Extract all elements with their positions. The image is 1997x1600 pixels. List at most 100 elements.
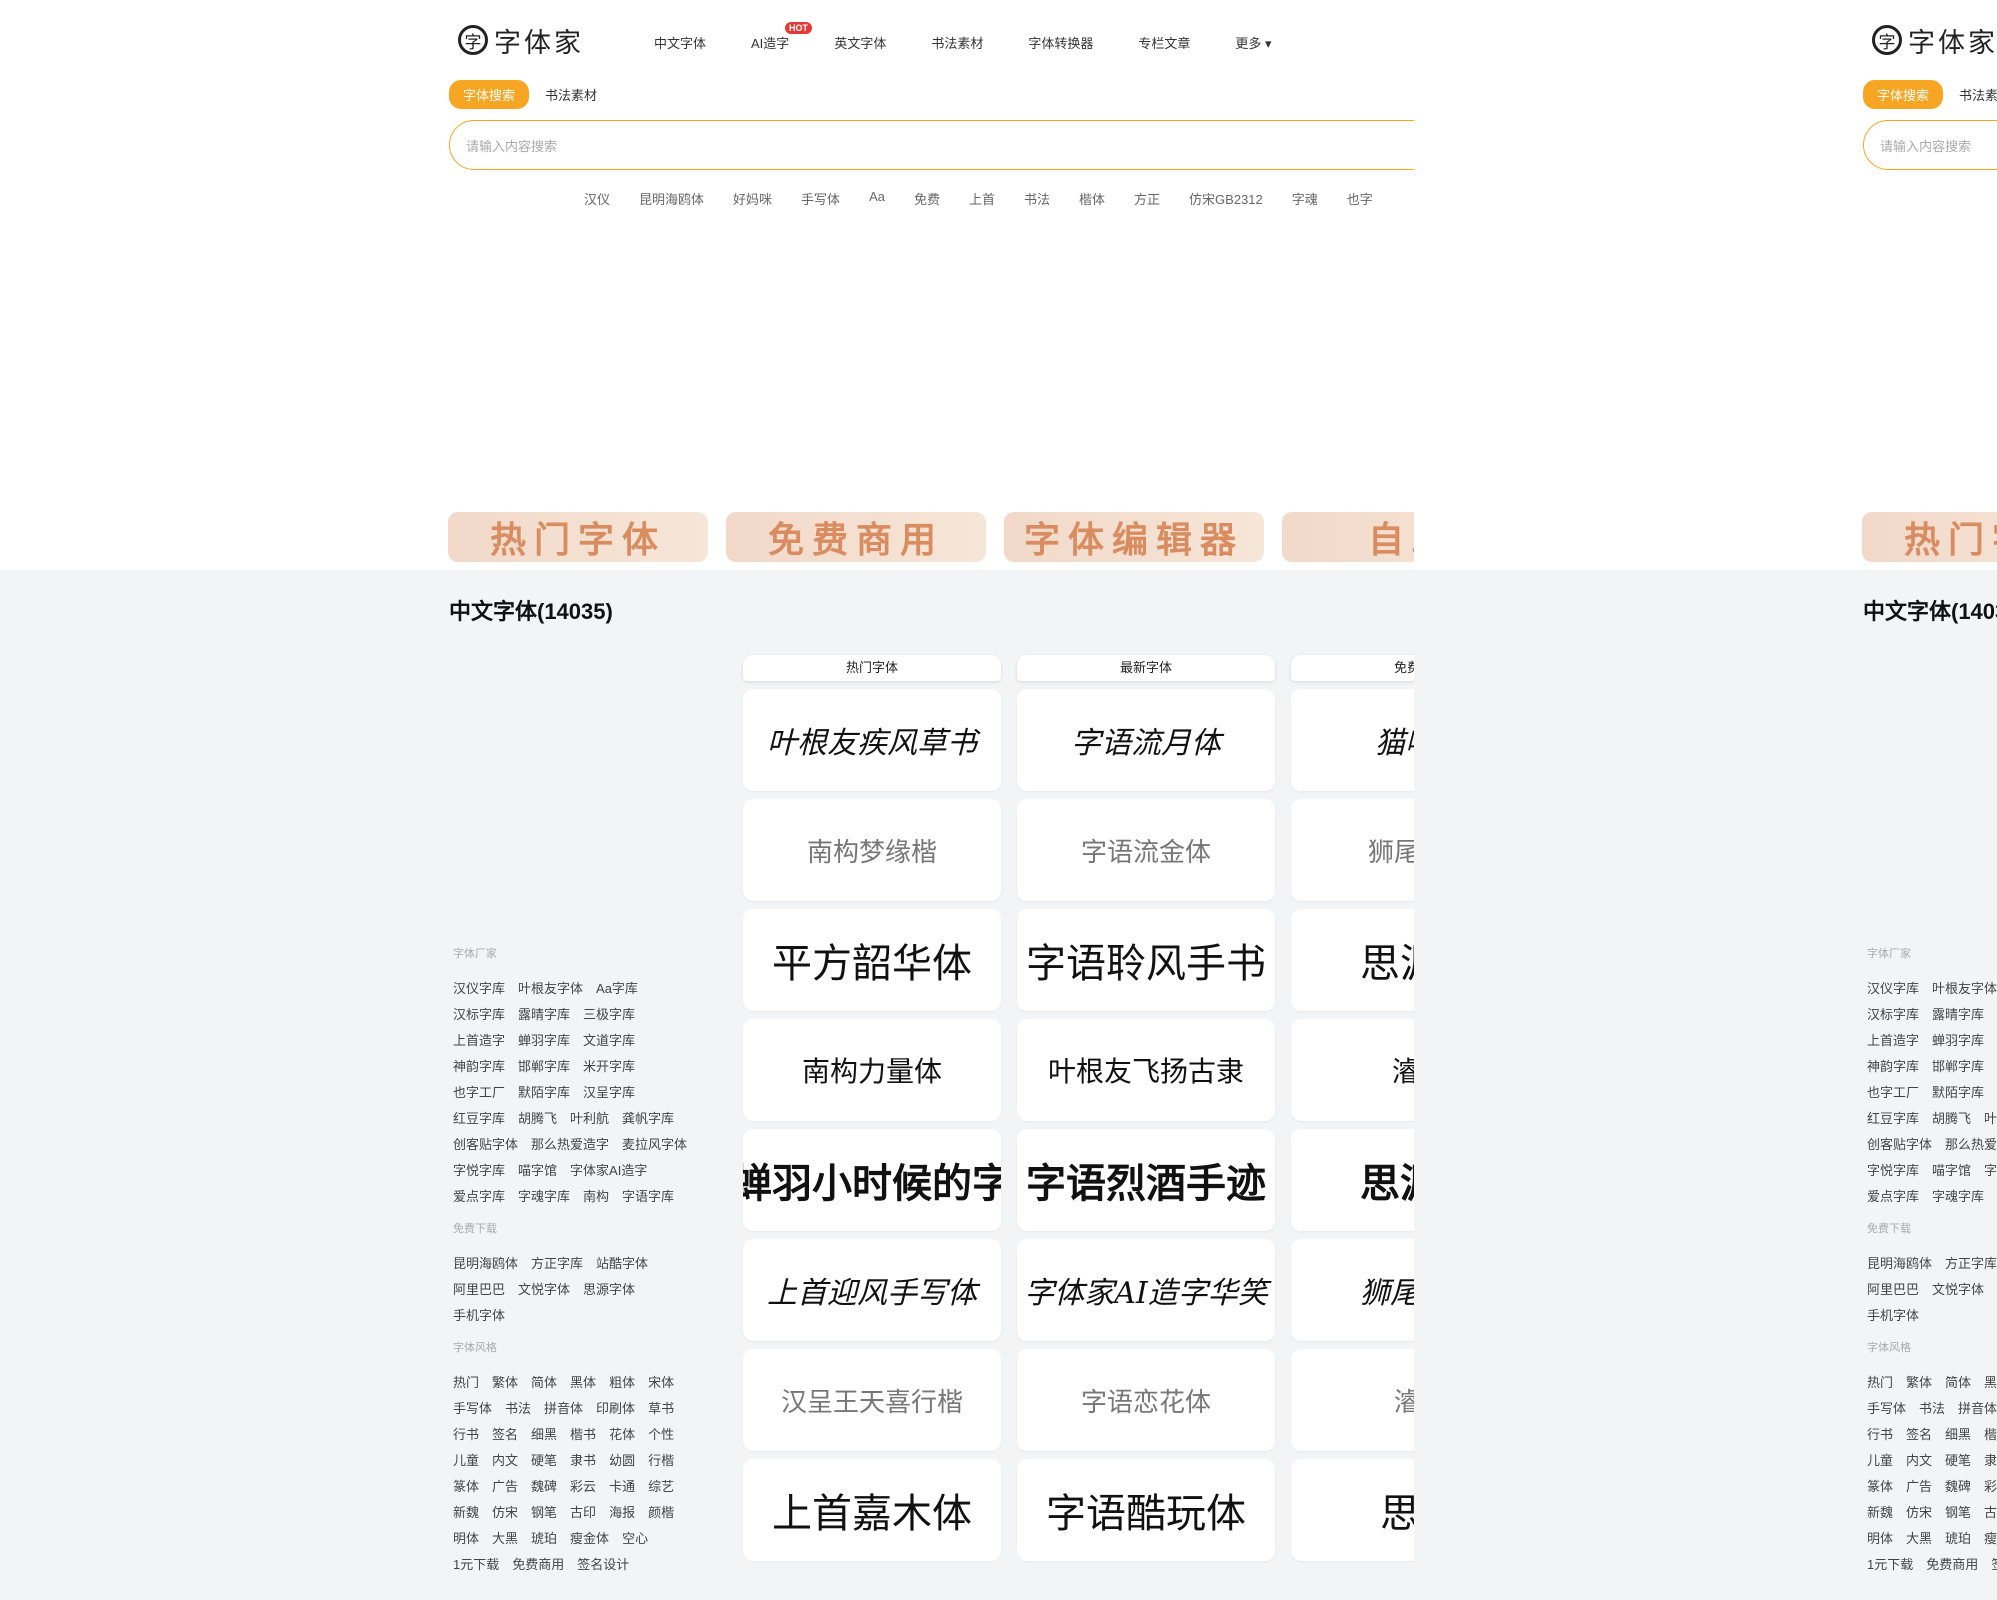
sidebar-link[interactable]: 文道字库	[583, 1028, 635, 1054]
banner-hot-fonts[interactable]: 热门字体	[1862, 512, 1997, 562]
keyword-link[interactable]: 仿宋GB2312	[1189, 189, 1263, 208]
sidebar-link[interactable]: 手写体	[453, 1396, 492, 1422]
sidebar-link[interactable]: 那么热爱造字	[531, 1132, 609, 1158]
font-card[interactable]: 字语流金体	[1017, 799, 1275, 901]
sidebar-link[interactable]: 创客贴字体	[1867, 1132, 1932, 1158]
sidebar-link[interactable]: 米开字库	[583, 1054, 635, 1080]
keyword-link[interactable]: 汉仪	[584, 189, 610, 208]
font-card[interactable]: 上首嘉木体	[743, 1459, 1001, 1561]
sidebar-link[interactable]: 邯郸字库	[518, 1054, 570, 1080]
sidebar-link[interactable]: 热门	[1867, 1370, 1893, 1396]
sidebar-link[interactable]: 新魏	[453, 1500, 479, 1526]
sidebar-link[interactable]: 手机字体	[1867, 1303, 1919, 1329]
sidebar-link[interactable]: 默陌字库	[1932, 1080, 1984, 1106]
sidebar-link[interactable]: 个性	[648, 1422, 674, 1448]
sidebar-link[interactable]: 简体	[1945, 1370, 1971, 1396]
sidebar-link[interactable]: 古印	[1984, 1500, 1997, 1526]
sidebar-link[interactable]: 琥珀	[1945, 1526, 1971, 1552]
sidebar-link[interactable]: 琥珀	[531, 1526, 557, 1552]
search-input[interactable]: 请输入内容搜索	[1863, 120, 1997, 170]
sidebar-link[interactable]: 热门	[453, 1370, 479, 1396]
sidebar-link[interactable]: 广告	[492, 1474, 518, 1500]
sidebar-link[interactable]: 露晴字库	[518, 1002, 570, 1028]
search-input[interactable]: 请输入内容搜索	[449, 120, 1414, 170]
sidebar-link[interactable]: 叶根友字体	[1932, 976, 1997, 1002]
sidebar-link[interactable]: 钢笔	[531, 1500, 557, 1526]
banner-self-service[interactable]: 自助	[1282, 512, 1414, 562]
font-card[interactable]: 字语酷玩体	[1017, 1459, 1275, 1561]
sidebar-link[interactable]: 爱点字库	[1867, 1184, 1919, 1210]
sidebar-link[interactable]: 幼圆	[609, 1448, 635, 1474]
sidebar-link[interactable]: 字体家AI造字	[1984, 1158, 1997, 1184]
sidebar-link[interactable]: 手机字体	[453, 1303, 505, 1329]
nav-item-english-fonts[interactable]: 英文字体	[834, 33, 886, 52]
sidebar-link[interactable]: 古印	[570, 1500, 596, 1526]
font-card[interactable]: 叶根友飞扬古隶	[1017, 1019, 1275, 1121]
keyword-link[interactable]: 字魂	[1292, 189, 1318, 208]
sidebar-link[interactable]: 魏碑	[531, 1474, 557, 1500]
font-card[interactable]: 南构梦缘楷	[743, 799, 1001, 901]
sidebar-link[interactable]: 空心	[622, 1526, 648, 1552]
sidebar-link[interactable]: 篆体	[1867, 1474, 1893, 1500]
sidebar-link[interactable]: 综艺	[648, 1474, 674, 1500]
sidebar-link[interactable]: 默陌字库	[518, 1080, 570, 1106]
banner-free-commercial[interactable]: 免费商用	[726, 512, 986, 562]
keyword-link[interactable]: 昆明海鸥体	[639, 189, 704, 208]
nav-item-more[interactable]: 更多 ▾	[1235, 33, 1271, 52]
sidebar-link[interactable]: 卡通	[609, 1474, 635, 1500]
nav-item-articles[interactable]: 专栏文章	[1138, 33, 1190, 52]
keyword-link[interactable]: 上首	[969, 189, 995, 208]
sidebar-link[interactable]: 胡腾飞	[1932, 1106, 1971, 1132]
sidebar-link[interactable]: 内文	[1906, 1448, 1932, 1474]
sidebar-link[interactable]: 1元下载	[1867, 1552, 1913, 1578]
sidebar-link[interactable]: 花体	[609, 1422, 635, 1448]
sidebar-link[interactable]: 上首造字	[453, 1028, 505, 1054]
sidebar-link[interactable]: 叶利航	[570, 1106, 609, 1132]
sidebar-link[interactable]: 也字工厂	[1867, 1080, 1919, 1106]
font-card[interactable]: 上首迎风手写体	[743, 1239, 1001, 1341]
sidebar-link[interactable]: 上首造字	[1867, 1028, 1919, 1054]
sidebar-link[interactable]: 海报	[609, 1500, 635, 1526]
sidebar-link[interactable]: 隶书	[570, 1448, 596, 1474]
sidebar-link[interactable]: 叶根友字体	[518, 976, 583, 1002]
sidebar-link[interactable]: 签名设计	[1991, 1552, 1997, 1578]
sidebar-link[interactable]: 书法	[505, 1396, 531, 1422]
sidebar-link[interactable]: 邯郸字库	[1932, 1054, 1984, 1080]
font-card[interactable]: 南构力量体	[743, 1019, 1001, 1121]
sidebar-link[interactable]: 喵字馆	[518, 1158, 557, 1184]
sidebar-link[interactable]: 汉标字库	[453, 1002, 505, 1028]
sidebar-link[interactable]: 大黑	[492, 1526, 518, 1552]
sidebar-link[interactable]: 免费商用	[1926, 1552, 1978, 1578]
tab-calligraphy-search[interactable]: 书法素材	[1959, 85, 1997, 104]
sidebar-link[interactable]: 仿宋	[1906, 1500, 1932, 1526]
sidebar-link[interactable]: 阿里巴巴	[453, 1277, 505, 1303]
sidebar-link[interactable]: 广告	[1906, 1474, 1932, 1500]
sidebar-link[interactable]: 文悦字体	[1932, 1277, 1984, 1303]
sidebar-link[interactable]: 字魂字库	[1932, 1184, 1984, 1210]
sidebar-link[interactable]: 喵字馆	[1932, 1158, 1971, 1184]
sidebar-link[interactable]: 麦拉风字体	[622, 1132, 687, 1158]
font-card[interactable]: 汉呈王天喜行楷	[743, 1349, 1001, 1451]
sidebar-link[interactable]: 瘦金体	[1984, 1526, 1997, 1552]
sidebar-link[interactable]: 儿童	[453, 1448, 479, 1474]
keyword-link[interactable]: 免费	[914, 189, 940, 208]
sidebar-link[interactable]: 昆明海鸥体	[453, 1251, 518, 1277]
tab-calligraphy-search[interactable]: 书法素材	[545, 85, 597, 104]
sidebar-link[interactable]: 繁体	[1906, 1370, 1932, 1396]
sidebar-link[interactable]: 汉呈字库	[583, 1080, 635, 1106]
sidebar-link[interactable]: 露晴字库	[1932, 1002, 1984, 1028]
sidebar-link[interactable]: 内文	[492, 1448, 518, 1474]
font-card[interactable]: 字体家AI造字华笑	[1017, 1239, 1275, 1341]
sidebar-link[interactable]: 新魏	[1867, 1500, 1893, 1526]
sidebar-link[interactable]: 胡腾飞	[518, 1106, 557, 1132]
site-logo[interactable]: 字 字体家	[1872, 20, 1997, 60]
sidebar-link[interactable]: 明体	[1867, 1526, 1893, 1552]
sidebar-link[interactable]: 方正字库	[1945, 1251, 1997, 1277]
tab-font-search[interactable]: 字体搜索	[1863, 80, 1944, 109]
sidebar-link[interactable]: 爱点字库	[453, 1184, 505, 1210]
sidebar-link[interactable]: 彩云	[570, 1474, 596, 1500]
sidebar-link[interactable]: 书法	[1919, 1396, 1945, 1422]
sidebar-link[interactable]: 叶利航	[1984, 1106, 1997, 1132]
sidebar-link[interactable]: 黑体	[1984, 1370, 1997, 1396]
font-card[interactable]: 狮尾麦克	[1291, 1239, 1414, 1341]
